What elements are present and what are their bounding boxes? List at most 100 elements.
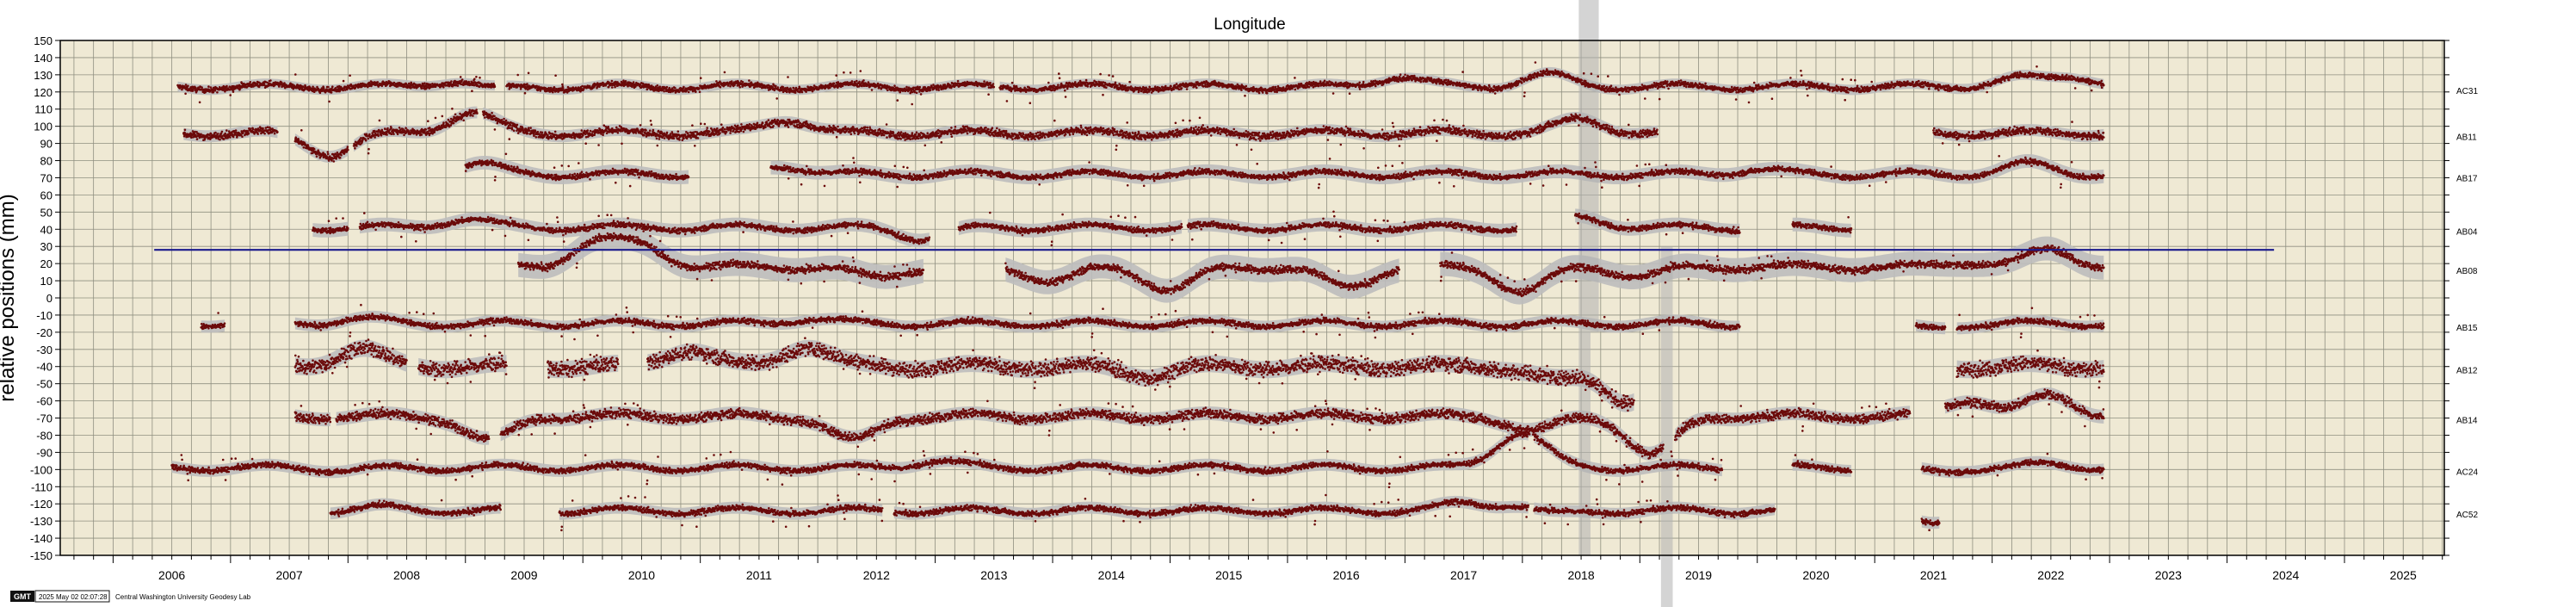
data-point <box>1856 85 1859 88</box>
data-point <box>1844 99 1846 102</box>
data-point <box>983 80 985 83</box>
data-point <box>611 80 614 83</box>
data-point <box>1580 79 1583 82</box>
data-point <box>625 80 627 83</box>
data-point <box>775 97 778 100</box>
data-point <box>1807 95 1809 97</box>
data-point <box>1176 83 1178 85</box>
data-point <box>833 83 836 85</box>
data-point <box>1116 84 1119 87</box>
data-point <box>663 90 665 93</box>
data-point <box>1085 79 1088 82</box>
data-point <box>683 86 685 89</box>
data-point <box>1095 81 1097 84</box>
data-point <box>897 99 899 102</box>
data-point <box>1624 86 1627 89</box>
data-point <box>658 85 661 88</box>
data-point <box>1666 80 1669 83</box>
data-point <box>199 102 201 104</box>
data-point <box>1854 79 1856 82</box>
data-point <box>720 86 722 89</box>
data-point <box>1164 85 1167 88</box>
data-point <box>1521 82 1523 84</box>
data-point <box>330 91 333 94</box>
data-point <box>1299 86 1301 89</box>
data-point <box>473 78 476 81</box>
data-point <box>509 88 511 90</box>
data-point <box>1801 74 1803 77</box>
data-point <box>1324 80 1326 83</box>
data-point <box>1404 74 1406 77</box>
data-point <box>528 72 530 75</box>
data-point <box>1737 87 1739 90</box>
data-point <box>742 81 744 84</box>
data-point <box>1806 88 1808 90</box>
data-point <box>216 91 219 94</box>
data-point <box>1606 86 1609 89</box>
data-point <box>738 86 741 89</box>
data-point <box>1115 82 1117 84</box>
data-point <box>232 90 235 93</box>
data-point <box>851 80 854 83</box>
data-point <box>1262 91 1264 94</box>
data-point <box>185 84 188 86</box>
outage-band <box>1661 246 1673 607</box>
data-point <box>777 86 780 89</box>
data-point <box>524 92 527 95</box>
data-point <box>1436 83 1438 85</box>
data-point <box>1059 77 1061 80</box>
data-point <box>1099 73 1102 76</box>
data-point <box>1090 84 1093 87</box>
data-point <box>471 90 473 92</box>
data-point <box>1112 75 1115 77</box>
data-point <box>801 91 804 94</box>
data-point <box>1858 88 1861 90</box>
data-point <box>1739 87 1742 90</box>
data-point <box>1461 71 1464 73</box>
data-point <box>349 74 351 77</box>
data-point <box>835 74 837 77</box>
data-point <box>1294 89 1297 91</box>
data-point <box>1541 75 1544 77</box>
data-point <box>1838 86 1840 89</box>
data-point <box>993 86 996 89</box>
data-point <box>748 79 751 82</box>
data-point <box>1006 100 1009 102</box>
data-point <box>450 80 453 83</box>
data-point <box>1659 98 1661 101</box>
data-point <box>1399 73 1402 76</box>
data-point <box>871 89 874 91</box>
data-point <box>1452 84 1455 87</box>
data-point <box>1753 82 1756 84</box>
data-point <box>1502 88 1504 90</box>
data-point <box>1560 71 1563 73</box>
data-point <box>460 76 462 78</box>
data-point <box>552 91 554 94</box>
data-point <box>1272 86 1275 89</box>
data-point <box>1362 81 1365 84</box>
data-point <box>1430 77 1433 80</box>
data-point <box>1186 88 1189 90</box>
data-point <box>195 87 197 90</box>
data-point <box>886 90 889 92</box>
data-point <box>1748 102 1751 104</box>
data-point <box>1653 82 1656 84</box>
data-point <box>1523 91 1526 94</box>
data-point <box>611 86 614 89</box>
data-point <box>666 86 669 89</box>
data-point <box>905 86 908 89</box>
data-point <box>1057 84 1059 86</box>
data-point <box>1829 90 1832 92</box>
data-point <box>423 82 426 84</box>
data-point <box>1105 86 1108 89</box>
data-point <box>1510 87 1512 90</box>
data-point <box>1875 88 1878 90</box>
data-point <box>987 93 990 96</box>
data-point <box>911 103 913 106</box>
data-point <box>695 90 697 93</box>
data-point <box>331 85 334 88</box>
data-point <box>1074 81 1077 84</box>
data-point <box>1266 92 1269 95</box>
data-point <box>794 91 797 94</box>
data-point <box>1401 80 1404 83</box>
